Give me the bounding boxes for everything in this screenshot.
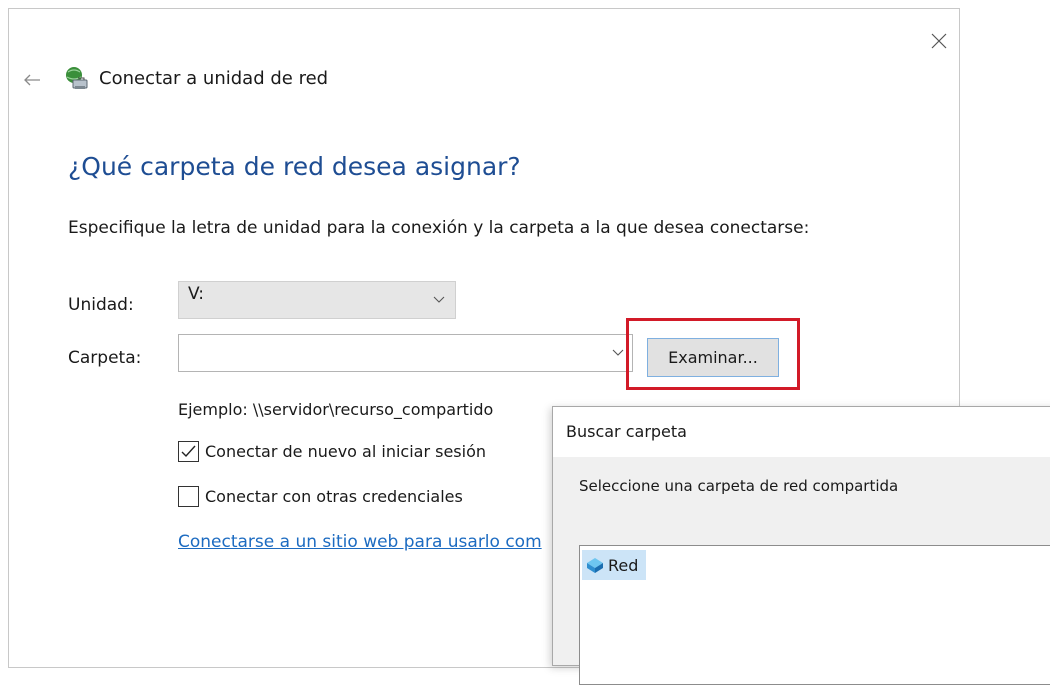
drive-letter-select[interactable]: V: xyxy=(178,281,456,319)
back-arrow-icon xyxy=(24,74,40,86)
browse-folder-dialog: Buscar carpeta Seleccione una carpeta de… xyxy=(552,406,1050,685)
checkmark-icon xyxy=(181,445,196,458)
window-title: Conectar a unidad de red xyxy=(99,68,329,89)
reconnect-label: Conectar de nuevo al iniciar sesión xyxy=(205,442,487,461)
reconnect-checkbox[interactable] xyxy=(178,441,199,462)
close-button[interactable] xyxy=(923,25,955,57)
credentials-label: Conectar con otras credenciales xyxy=(205,487,463,506)
browse-dialog-prompt: Seleccione una carpeta de red compartida xyxy=(579,477,899,495)
back-button[interactable] xyxy=(18,66,46,94)
credentials-checkbox-row[interactable]: Conectar con otras credenciales xyxy=(178,486,463,507)
folder-label: Carpeta: xyxy=(68,348,142,368)
credentials-checkbox[interactable] xyxy=(178,486,199,507)
chevron-down-icon xyxy=(612,349,624,356)
folder-input[interactable] xyxy=(178,334,633,372)
page-heading: ¿Qué carpeta de red desea asignar? xyxy=(68,152,521,181)
website-link[interactable]: Conectarse a un sitio web para usarlo co… xyxy=(178,532,542,552)
browse-dialog-title: Buscar carpeta xyxy=(566,422,687,441)
reconnect-checkbox-row[interactable]: Conectar de nuevo al iniciar sesión xyxy=(178,441,486,462)
example-text: Ejemplo: \\servidor\recurso_compartido xyxy=(178,400,494,419)
instruction-text: Especifique la letra de unidad para la c… xyxy=(68,218,810,238)
highlight-box xyxy=(626,318,800,390)
network-icon xyxy=(587,558,603,573)
browse-dialog-titlebar[interactable]: Buscar carpeta xyxy=(553,407,1050,457)
close-icon xyxy=(931,33,947,49)
tree-item-network[interactable]: Red xyxy=(582,550,646,580)
tree-item-label: Red xyxy=(608,555,639,575)
chevron-down-icon xyxy=(433,296,445,303)
folder-tree[interactable]: Red xyxy=(579,545,1050,685)
drive-letter-value: V: xyxy=(188,284,204,304)
network-drive-icon xyxy=(66,67,88,89)
drive-label: Unidad: xyxy=(68,295,134,315)
